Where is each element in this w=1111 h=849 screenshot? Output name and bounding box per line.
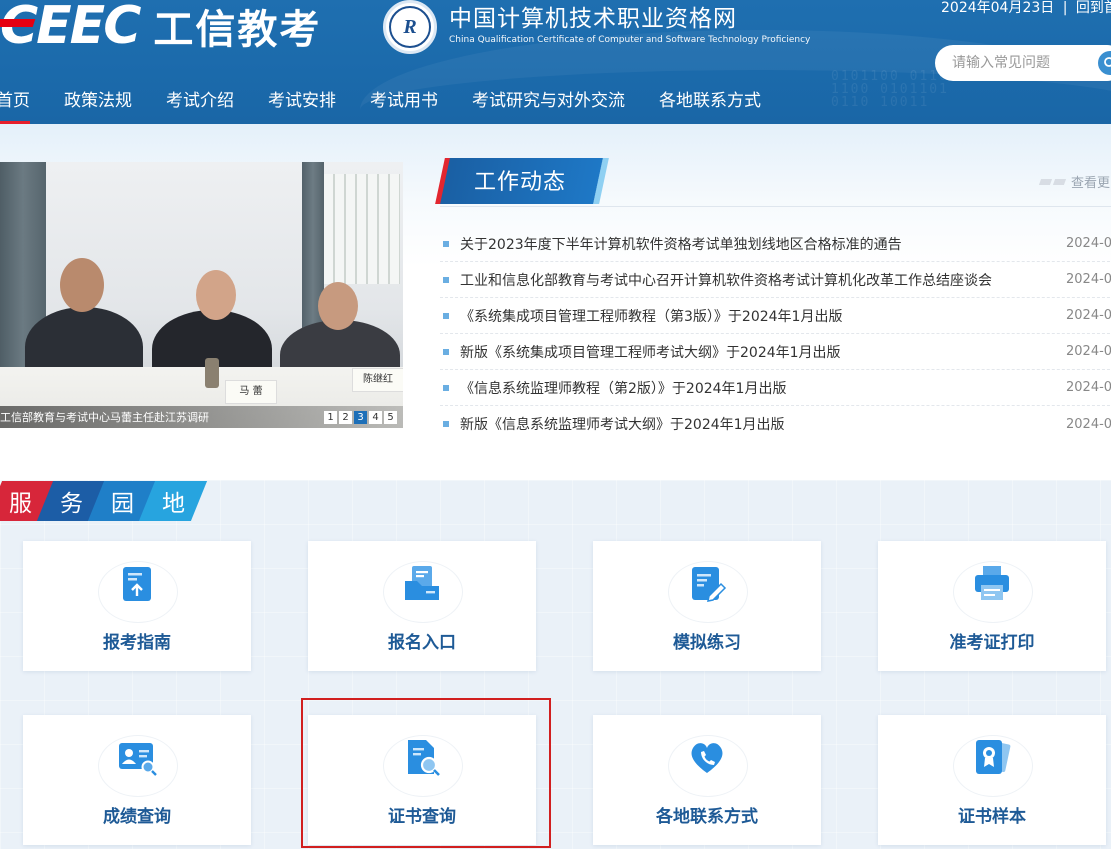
main-nav: 首页 政策法规 考试介绍 考试安排 考试用书 考试研究与对外交流 各地联系方式 [0,88,795,124]
nav-item-home[interactable]: 首页 [0,88,30,124]
site-title-en: China Qualification Certificate of Compu… [449,35,811,45]
news-item-date: 2024-01- [1066,344,1111,359]
search-button[interactable] [1098,51,1111,75]
back-home-link[interactable]: 回到首页 [1076,0,1111,16]
slider-page-1[interactable]: 1 [324,411,337,424]
site-title-cn: 中国计算机技术职业资格网 [449,6,737,32]
square-bullet-icon [443,276,449,283]
news-item-date: 2024-01- [1066,308,1111,323]
photo-head-1 [60,258,104,312]
nameplate-1: 马 蕾 [225,380,277,404]
news-item-title: 关于2023年度下半年计算机软件资格考试单独划线地区合格标准的通告 [460,236,902,253]
news-item[interactable]: 《系统集成项目管理工程师教程（第3版）》于2024年1月出版 2024-01- [440,298,1111,334]
date-bar: 2024年04月23日 | 回到首页 [941,0,1111,17]
news-item[interactable]: 关于2023年度下半年计算机软件资格考试单独划线地区合格标准的通告 2024-0… [440,226,1111,262]
news-header: 工作动态 [438,156,1111,207]
service-card-label: 证书查询 [388,807,456,827]
square-bullet-icon [443,312,449,319]
news-more-label: 查看更多 [1071,176,1111,191]
news-item-date: 2024-01- [1066,416,1111,432]
doc-search-icon [408,740,440,776]
news-heading[interactable]: 工作动态 [474,164,566,196]
service-card-label: 报考指南 [103,633,171,653]
certificate-icon [976,740,1011,774]
service-card-local-contacts[interactable]: 各地联系方式 [593,715,821,845]
news-item-title: 工业和信息化部教育与考试中心召开计算机软件资格考试计算机化改革工作总结座谈会 [460,272,992,289]
nav-item-exam-books[interactable]: 考试用书 [370,88,438,124]
photo-slider[interactable]: 马 蕾 陈继红 工信部教育与考试中心马蕾主任赴江苏调研 1 2 3 4 5 [0,162,403,428]
square-bullet-icon [443,240,449,247]
news-item-date: 2024-01- [1066,272,1111,287]
date-separator: | [1062,0,1068,16]
news-item-date: 2024-01- [1066,236,1111,251]
news-item-title: 新版《系统集成项目管理工程师考试大纲》于2024年1月出版 [460,344,841,361]
news-more-link[interactable]: 查看更多 [1038,172,1111,191]
news-item-date: 2024-01- [1066,380,1111,395]
emblem-logo[interactable]: R [383,0,437,54]
service-card-certificate-sample[interactable]: 证书样本 [878,715,1106,845]
service-card-label: 成绩查询 [103,807,171,827]
news-list: 关于2023年度下半年计算机软件资格考试单独划线地区合格标准的通告 2024-0… [440,226,1111,442]
service-card-exam-guide[interactable]: 报考指南 [23,541,251,671]
square-bullet-icon [443,384,449,391]
service-card-label: 报名入口 [388,633,456,653]
news-item-title: 新版《信息系统监理师考试大纲》于2024年1月出版 [460,417,785,433]
slider-page-5[interactable]: 5 [384,411,397,424]
site-title: 中国计算机技术职业资格网 China Qualification Certifi… [449,4,810,46]
brand-logo-red-bar [0,19,36,27]
photo-head-2 [196,270,236,320]
news-item[interactable]: 《信息系统监理师教程（第2版）》于2024年1月出版 2024-01- [440,370,1111,406]
site-header: 0101100 01100 1100 0101101 0110 10011 CEEC… [0,0,1111,124]
more-bars-icon [1038,178,1067,185]
search-box [935,45,1111,81]
folder-doc-icon [405,566,439,600]
news-item-title: 《系统集成项目管理工程师教程（第3版）》于2024年1月出版 [460,308,843,325]
emblem-letter: R [389,6,431,48]
news-item-title: 《信息系统监理师教程（第2版）》于2024年1月出版 [460,380,787,397]
square-bullet-icon [443,348,449,355]
service-card-label: 准考证打印 [949,633,1035,653]
search-input[interactable] [950,54,1094,72]
upload-doc-icon [123,567,151,601]
service-section-title: 服 务 园 地 [0,481,208,521]
brand-logo-latin: CEEC [0,0,141,56]
slider-page-4[interactable]: 4 [369,411,382,424]
brand-logo-ceec: CEEC [0,0,141,56]
slider-page-3[interactable]: 3 [354,411,367,424]
current-date: 2024年04月23日 [941,0,1055,16]
photo-head-3 [318,282,358,330]
search-icon [1104,57,1111,67]
service-card-registration[interactable]: 报名入口 [308,541,536,671]
service-card-mock-practice[interactable]: 模拟练习 [593,541,821,671]
heart-phone-icon [691,743,723,773]
brand-logo-chinese: 工信教考 [153,7,322,53]
nameplate-2: 陈继红 [352,368,403,392]
square-bullet-icon [443,421,449,427]
service-card-label: 模拟练习 [673,633,741,653]
nav-item-exam-intro[interactable]: 考试介绍 [166,88,234,124]
service-card-score-query[interactable]: 成绩查询 [23,715,251,845]
service-card-certificate-query[interactable]: 证书查询 [308,715,536,845]
edit-doc-icon [692,567,727,602]
photo-window [324,174,400,284]
news-item[interactable]: 新版《信息系统监理师考试大纲》于2024年1月出版 2024-01- [440,406,1111,442]
brand-logo[interactable]: CEEC 工信教考 [0,0,322,56]
slider-pagination: 1 2 3 4 5 [324,411,397,424]
nav-item-contacts[interactable]: 各地联系方式 [659,88,761,124]
slider-photo: 马 蕾 陈继红 [0,162,403,428]
nav-item-policy[interactable]: 政策法规 [64,88,132,124]
service-card-label: 证书样本 [958,807,1026,827]
news-item[interactable]: 工业和信息化部教育与考试中心召开计算机软件资格考试计算机化改革工作总结座谈会 2… [440,262,1111,298]
nav-item-research[interactable]: 考试研究与对外交流 [472,88,625,124]
printer-icon [975,566,1009,600]
teacup [205,358,219,388]
id-card-search-icon [119,743,157,776]
news-item[interactable]: 新版《系统集成项目管理工程师考试大纲》于2024年1月出版 2024-01- [440,334,1111,370]
service-card-admission-print[interactable]: 准考证打印 [878,541,1106,671]
slider-page-2[interactable]: 2 [339,411,352,424]
slider-caption-text[interactable]: 工信部教育与考试中心马蕾主任赴江苏调研 [0,409,209,425]
nav-item-exam-schedule[interactable]: 考试安排 [268,88,336,124]
service-card-label: 各地联系方式 [656,807,758,827]
